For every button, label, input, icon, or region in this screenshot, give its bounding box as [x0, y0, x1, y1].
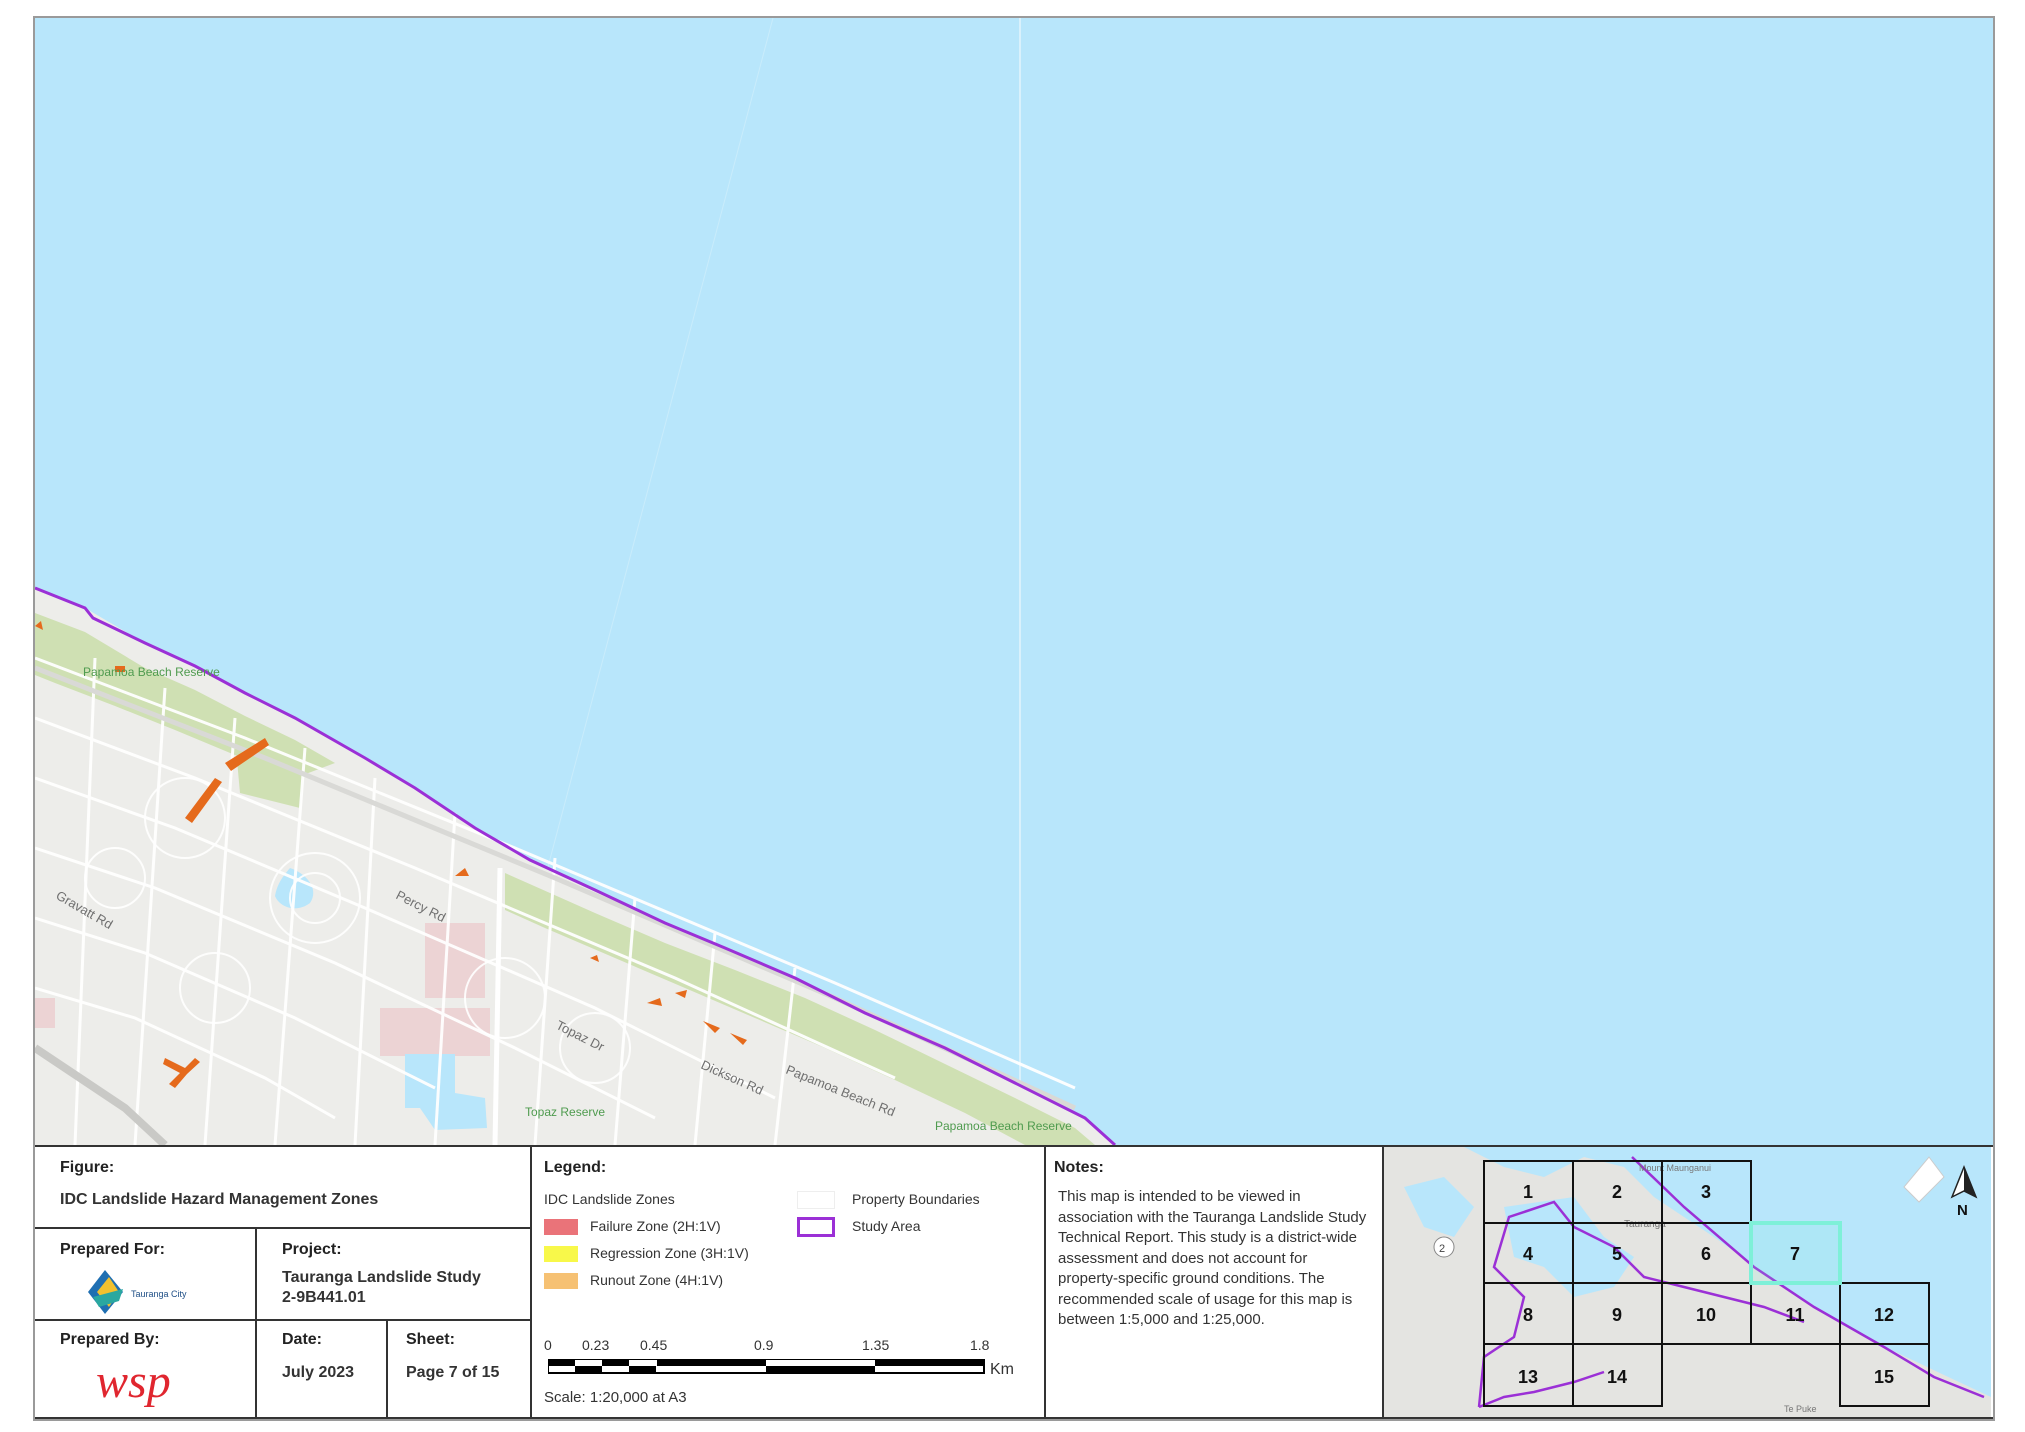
keymap-tile-14: 14: [1607, 1367, 1627, 1387]
keymap-tile-1: 1: [1523, 1182, 1533, 1202]
keymap-tile-12: 12: [1874, 1305, 1894, 1325]
keymap-tile-10: 10: [1696, 1305, 1716, 1325]
scale-tick-1: 0.23: [582, 1337, 610, 1353]
scale-tick-4: 1.35: [862, 1337, 890, 1353]
scale-tick-2: 0.45: [640, 1337, 668, 1353]
keymap-tile-13: 13: [1518, 1367, 1538, 1387]
project-name: Tauranga Landslide Study: [282, 1269, 481, 1286]
notes-cell: Notes: This map is intended to be viewed…: [1046, 1147, 1384, 1419]
prepared-for-cell: Prepared For: Tauranga City: [35, 1229, 257, 1321]
legend-swatch-study-area: [797, 1217, 835, 1237]
legend-swatch-failure: [544, 1219, 578, 1235]
legend-item-property: Property Boundaries: [852, 1191, 980, 1207]
keymap-tile-7: 7: [1790, 1244, 1800, 1264]
place-te-puke: Te Puke: [1784, 1404, 1817, 1414]
keymap-tile-15: 15: [1874, 1367, 1894, 1387]
legend-item-failure: Failure Zone (2H:1V): [590, 1218, 721, 1234]
wsp-logo: wsp: [96, 1355, 171, 1408]
scale-tick-3: 0.9: [754, 1337, 774, 1353]
scale-tick-5: 1.8: [970, 1337, 990, 1353]
notes-label: Notes:: [1054, 1159, 1104, 1176]
figure-label: Figure:: [60, 1159, 115, 1176]
legend-item-regression: Regression Zone (3H:1V): [590, 1245, 749, 1261]
date-value: July 2023: [282, 1364, 355, 1381]
prepared-by-label: Prepared By:: [60, 1331, 160, 1348]
map-canvas[interactable]: Gravatt Rd Percy Rd Topaz Dr Dickson Rd …: [35, 18, 1993, 1145]
notes-text: This map is intended to be viewed in ass…: [1058, 1188, 1367, 1328]
legend-item-runout: Runout Zone (4H:1V): [590, 1272, 724, 1288]
reserve-label-3: Papamoa Beach Reserve: [935, 1119, 1072, 1133]
date-cell: Date: July 2023: [257, 1321, 388, 1419]
client-logo: Tauranga City: [88, 1270, 187, 1314]
legend-item-study-area: Study Area: [852, 1218, 921, 1234]
sheet-label: Sheet:: [406, 1331, 455, 1348]
place-mount-maunganui: Mount Maunganui: [1639, 1163, 1711, 1173]
reserve-label-2: Topaz Reserve: [525, 1105, 605, 1119]
date-label: Date:: [282, 1331, 323, 1348]
project-label: Project:: [282, 1241, 342, 1258]
scale-text: Scale: 1:20,000 at A3: [544, 1389, 687, 1406]
keymap-tile-5: 5: [1612, 1244, 1622, 1264]
keymap-tile-4: 4: [1523, 1244, 1533, 1264]
keymap-tile-8: 8: [1523, 1305, 1533, 1325]
keymap-tile-2: 2: [1612, 1182, 1622, 1202]
legend-swatch-runout: [544, 1273, 578, 1289]
reserve-label-1: Papamoa Beach Reserve: [83, 665, 220, 679]
client-logo-text: Tauranga City: [131, 1289, 187, 1299]
keymap-tile-3: 3: [1701, 1182, 1711, 1202]
keymap-tile-6: 6: [1701, 1244, 1711, 1264]
legend-cell: Legend: IDC Landslide Zones Failure Zone…: [532, 1147, 1046, 1419]
keymap-tile-11: 11: [1785, 1305, 1804, 1325]
main-map[interactable]: Gravatt Rd Percy Rd Topaz Dr Dickson Rd …: [35, 18, 1993, 1147]
prepared-for-label: Prepared For:: [60, 1241, 165, 1258]
north-label: N: [1957, 1202, 1968, 1219]
map-sheet: Gravatt Rd Percy Rd Topaz Dr Dickson Rd …: [33, 16, 1995, 1421]
prepared-by-cell: Prepared By: wsp: [35, 1321, 257, 1419]
place-tauranga: Tauranga: [1624, 1219, 1666, 1230]
title-block: Figure: IDC Landslide Hazard Management …: [35, 1147, 1993, 1419]
keymap-canvas[interactable]: 2 Mount Maunganui Tauranga Te Puke 1 2 3…: [1384, 1147, 1991, 1417]
legend-group-title: IDC Landslide Zones: [544, 1191, 675, 1207]
inset-keymap[interactable]: 2 Mount Maunganui Tauranga Te Puke 1 2 3…: [1384, 1147, 1993, 1419]
sheet-cell: Sheet: Page 7 of 15: [388, 1321, 532, 1419]
project-cell: Project: Tauranga Landslide Study 2-9B44…: [257, 1229, 532, 1321]
sheet-value: Page 7 of 15: [406, 1364, 500, 1381]
project-number: 2-9B441.01: [282, 1289, 366, 1306]
figure-cell: Figure: IDC Landslide Hazard Management …: [35, 1147, 532, 1229]
legend-swatch-regression: [544, 1246, 578, 1262]
keymap-tile-9: 9: [1612, 1305, 1622, 1325]
scale-tick-0: 0: [544, 1337, 552, 1353]
scale-unit: Km: [990, 1361, 1014, 1378]
route-label: 2: [1439, 1243, 1445, 1255]
wsp-logo-text: wsp: [96, 1355, 171, 1408]
legend-swatch-property: [797, 1191, 835, 1209]
scalebar-graphic: [548, 1359, 985, 1374]
legend-label: Legend:: [544, 1159, 607, 1176]
figure-title: IDC Landslide Hazard Management Zones: [60, 1191, 379, 1208]
scalebar: 0 0.23 0.45 0.9 1.35 1.8 Km: [544, 1337, 1014, 1397]
